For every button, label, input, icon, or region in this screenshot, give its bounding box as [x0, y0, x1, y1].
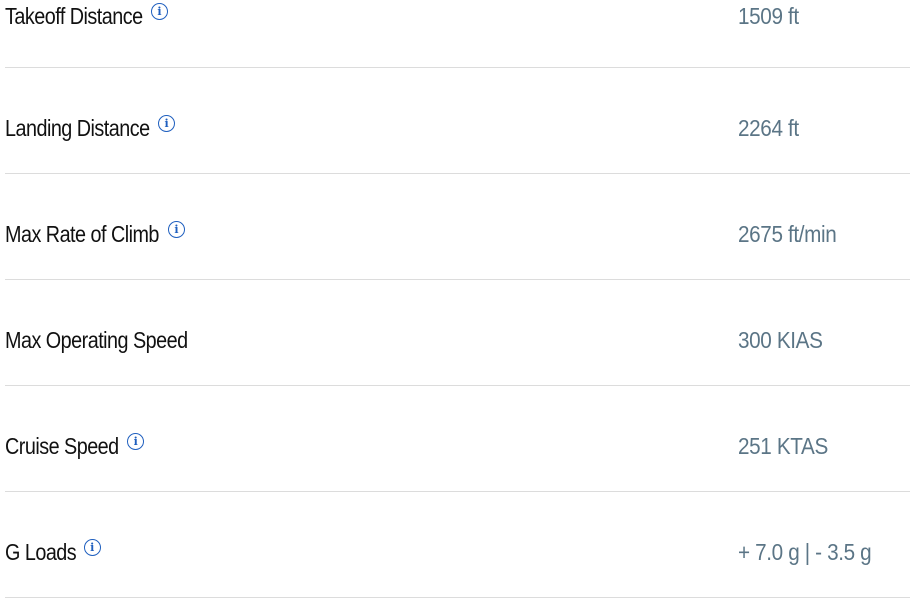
spec-value: + 7.0 g | - 3.5 g — [738, 539, 872, 565]
spec-value: 251 KTAS — [738, 433, 828, 459]
spec-list: Takeoff Distance i 1509 ft Landing Dista… — [5, 0, 910, 598]
spec-label-group: Cruise Speed i — [5, 432, 145, 460]
spec-label: Landing Distance — [5, 115, 150, 141]
spec-label-group: Landing Distance i — [5, 114, 176, 142]
info-icon[interactable]: i — [158, 115, 176, 132]
spec-row-landing-distance: Landing Distance i 2264 ft — [5, 68, 910, 174]
info-icon[interactable]: i — [151, 3, 169, 20]
spec-row-g-loads: G Loads i + 7.0 g | - 3.5 g — [5, 492, 910, 598]
info-icon[interactable]: i — [127, 433, 145, 450]
spec-value: 2264 ft — [738, 115, 799, 141]
spec-label-group: G Loads i — [5, 538, 101, 566]
spec-row-takeoff-distance: Takeoff Distance i 1509 ft — [5, 0, 910, 68]
spec-value: 1509 ft — [738, 3, 799, 29]
spec-row-cruise-speed: Cruise Speed i 251 KTAS — [5, 386, 910, 492]
spec-value: 2675 ft/min — [738, 221, 837, 247]
info-icon[interactable]: i — [83, 539, 101, 556]
spec-label: G Loads — [5, 539, 77, 565]
spec-label-group: Takeoff Distance i — [5, 2, 169, 30]
spec-label: Max Rate of Climb — [5, 221, 159, 247]
spec-label: Takeoff Distance — [5, 3, 143, 29]
spec-row-max-operating-speed: Max Operating Speed 300 KIAS — [5, 280, 910, 386]
spec-label-group: Max Operating Speed — [5, 326, 217, 354]
spec-label: Max Operating Speed — [5, 327, 188, 353]
spec-row-max-rate-of-climb: Max Rate of Climb i 2675 ft/min — [5, 174, 910, 280]
spec-label-group: Max Rate of Climb i — [5, 220, 185, 248]
spec-value: 300 KIAS — [738, 327, 823, 353]
info-icon[interactable]: i — [167, 221, 185, 238]
spec-label: Cruise Speed — [5, 433, 119, 459]
